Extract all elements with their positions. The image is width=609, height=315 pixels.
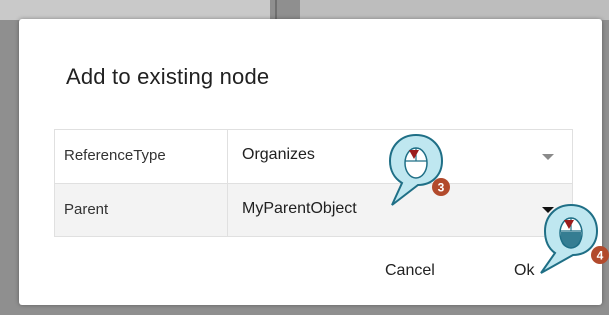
- add-to-existing-node-dialog: Add to existing node ReferenceType Organ…: [19, 19, 602, 305]
- column-divider: [227, 184, 228, 236]
- node-form-table: ReferenceType Organizes Parent MyParentO…: [54, 129, 573, 237]
- callout-step-4: 4: [531, 195, 609, 275]
- background-panel-left: [0, 0, 270, 20]
- chevron-down-icon[interactable]: [542, 154, 554, 160]
- callout-number-3: 3: [438, 181, 445, 195]
- parent-label: Parent: [64, 201, 109, 218]
- reference-type-row[interactable]: ReferenceType Organizes: [55, 130, 572, 183]
- mouse-click-icon: 3: [388, 133, 450, 206]
- parent-select-value[interactable]: MyParentObject: [242, 200, 357, 218]
- mouse-click-icon: 4: [540, 203, 609, 274]
- background-divider: [275, 0, 277, 20]
- parent-row[interactable]: Parent MyParentObject: [55, 183, 572, 236]
- background-panel-right: [300, 0, 609, 20]
- dialog-title: Add to existing node: [66, 64, 270, 89]
- column-divider: [227, 130, 228, 183]
- callout-number-4: 4: [597, 249, 604, 263]
- reference-type-select-value[interactable]: Organizes: [242, 146, 315, 164]
- reference-type-label: ReferenceType: [64, 147, 166, 164]
- callout-step-3: 3: [378, 127, 458, 207]
- cancel-button[interactable]: Cancel: [385, 262, 435, 280]
